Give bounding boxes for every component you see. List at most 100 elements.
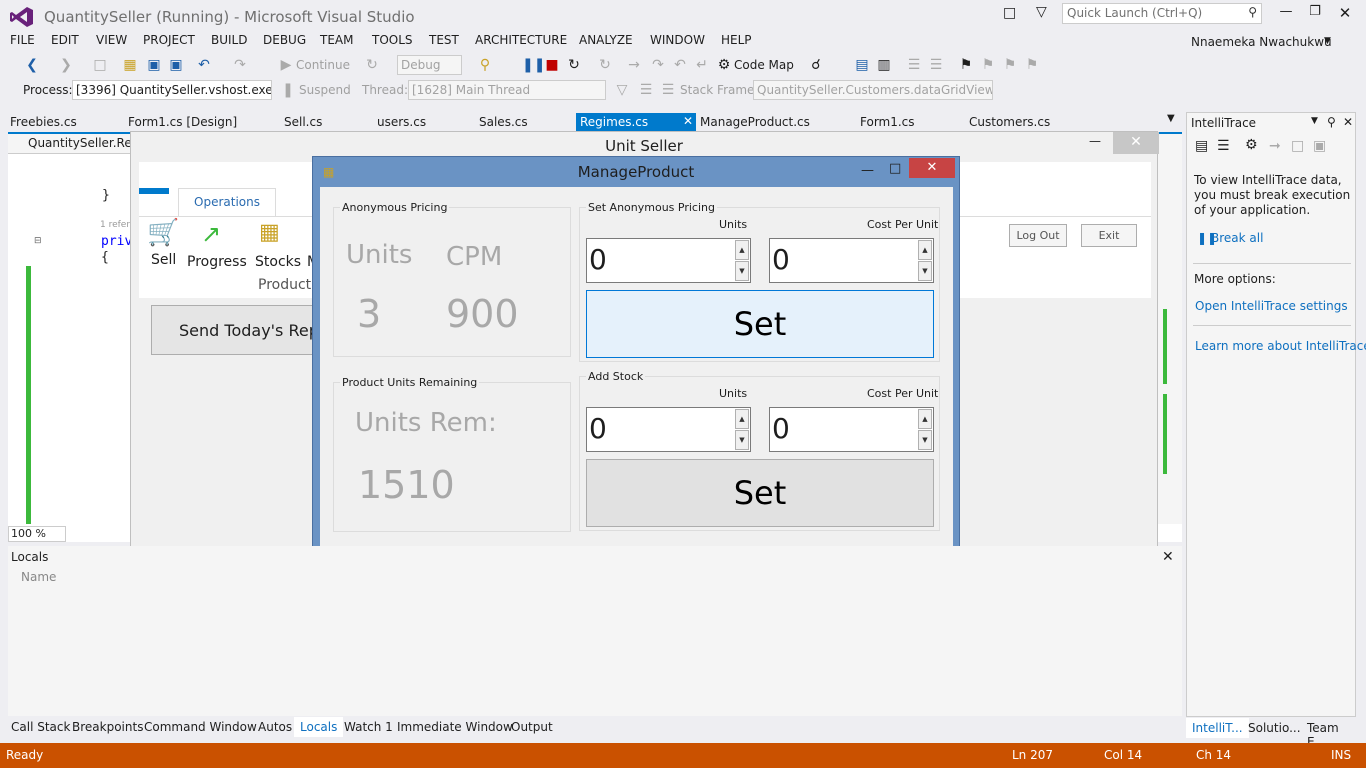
configuration-dropdown[interactable]: Debug bbox=[397, 55, 462, 75]
menu-analyze[interactable]: ANALYZE bbox=[579, 33, 633, 47]
minimize-button[interactable]: — bbox=[861, 163, 874, 178]
vertical-scrollbar[interactable] bbox=[1158, 134, 1182, 524]
menu-architecture[interactable]: ARCHITECTURE bbox=[475, 33, 567, 47]
prev-bookmark-icon[interactable]: ⚑ bbox=[980, 57, 996, 73]
tab-freebies[interactable]: Freebies.cs bbox=[10, 113, 77, 131]
restart-icon[interactable]: ↻ bbox=[566, 57, 582, 73]
filter-icon[interactable]: ▽ bbox=[1036, 4, 1047, 20]
gear-icon[interactable]: ⚙ bbox=[1245, 137, 1258, 153]
pause-icon[interactable]: ❚❚ bbox=[522, 57, 545, 73]
navigation-bar[interactable]: QuantitySeller.Regi bbox=[8, 134, 133, 154]
tab-watch1[interactable]: Watch 1 bbox=[344, 720, 393, 734]
open-folder-icon[interactable]: ▦ bbox=[122, 57, 138, 73]
close-icon[interactable]: ✕ bbox=[1162, 549, 1174, 565]
stepper-down-icon[interactable]: ▼ bbox=[918, 430, 932, 450]
minimize-button[interactable]: — bbox=[1089, 134, 1101, 148]
minimize-button[interactable]: — bbox=[1272, 4, 1300, 24]
menu-test[interactable]: TEST bbox=[429, 33, 459, 47]
step-over-icon[interactable]: ↷ bbox=[650, 57, 666, 73]
progress-button[interactable]: Progress bbox=[187, 254, 247, 270]
close-button[interactable]: ✕ bbox=[1331, 4, 1359, 24]
step-out-icon[interactable]: ↶ bbox=[672, 57, 688, 73]
anon-units-stepper[interactable]: 0 ▲ ▼ bbox=[586, 238, 751, 283]
save-icon[interactable]: ▣ bbox=[146, 57, 162, 73]
tab-autos[interactable]: Autos bbox=[258, 720, 292, 734]
save-icon[interactable]: ▣ bbox=[1313, 138, 1326, 154]
close-button[interactable]: ✕ bbox=[909, 158, 955, 178]
menu-window[interactable]: WINDOW bbox=[650, 33, 705, 47]
forward-icon[interactable]: ❯ bbox=[58, 57, 74, 73]
uncomment-icon[interactable]: ☰ bbox=[928, 57, 944, 73]
tab-output[interactable]: Output bbox=[511, 720, 553, 734]
show-next-statement-icon[interactable]: ↻ bbox=[597, 57, 613, 73]
menu-view[interactable]: VIEW bbox=[96, 33, 127, 47]
step-into-icon[interactable]: → bbox=[626, 57, 642, 73]
add-stock-set-button[interactable]: Set bbox=[586, 459, 934, 527]
collapse-icon[interactable]: ⊟ bbox=[34, 236, 42, 246]
thread-dropdown[interactable]: [1628] Main Thread bbox=[408, 80, 606, 100]
filter-thread-icon[interactable]: ☰ bbox=[660, 82, 676, 98]
redo-icon[interactable]: ↷ bbox=[232, 57, 248, 73]
suspend-button[interactable]: Suspend bbox=[299, 83, 351, 97]
threads-icon[interactable]: ☰ bbox=[638, 82, 654, 98]
open-settings-link[interactable]: Open IntelliTrace settings bbox=[1195, 299, 1348, 313]
maximize-button[interactable]: ❐ bbox=[1301, 4, 1329, 24]
stepper-up-icon[interactable]: ▲ bbox=[735, 409, 749, 429]
column-header-name[interactable]: Name bbox=[21, 570, 56, 584]
maximize-button[interactable]: □ bbox=[889, 161, 901, 176]
menu-team[interactable]: TEAM bbox=[320, 33, 353, 47]
bookmark-icon[interactable]: ⚑ bbox=[958, 57, 974, 73]
tab-immediate-window[interactable]: Immediate Window bbox=[397, 720, 513, 734]
step-icon[interactable]: ↵ bbox=[694, 57, 710, 73]
stepper-up-icon[interactable]: ▲ bbox=[918, 409, 932, 429]
close-icon[interactable]: ✕ bbox=[1343, 115, 1353, 129]
ribbon-app-button[interactable] bbox=[139, 188, 169, 194]
find-icon[interactable]: ⚲ bbox=[477, 57, 493, 73]
stepper-down-icon[interactable]: ▼ bbox=[735, 430, 749, 450]
comment-icon[interactable]: ☰ bbox=[906, 57, 922, 73]
anon-cost-stepper[interactable]: 0 ▲ ▼ bbox=[769, 238, 934, 283]
learn-more-link[interactable]: Learn more about IntelliTrace bbox=[1195, 339, 1366, 353]
tab-manageproduct[interactable]: ManageProduct.cs bbox=[700, 113, 810, 131]
stocks-button[interactable]: Stocks bbox=[255, 254, 301, 270]
events-view-icon[interactable]: ▤ bbox=[1195, 138, 1208, 154]
back-icon[interactable]: ❮ bbox=[24, 57, 40, 73]
open-icon[interactable]: □ bbox=[1291, 138, 1304, 154]
undo-icon[interactable]: ↶ bbox=[196, 57, 212, 73]
manage-product-dialog[interactable]: ▦ ManageProduct — □ ✕ Anonymous Pricing … bbox=[312, 156, 960, 558]
stepper-down-icon[interactable]: ▼ bbox=[918, 261, 932, 281]
tab-overflow-icon[interactable]: ▼ bbox=[1167, 113, 1175, 124]
tab-locals[interactable]: Locals bbox=[294, 717, 344, 737]
sell-button[interactable]: Sell bbox=[151, 252, 176, 268]
stack-frame-dropdown[interactable]: QuantitySeller.Customers.dataGridView1_ bbox=[753, 80, 993, 100]
next-bookmark-icon[interactable]: ⚑ bbox=[1002, 57, 1018, 73]
log-out-button[interactable]: Log Out bbox=[1009, 224, 1067, 247]
set-anonymous-pricing-button[interactable]: Set bbox=[586, 290, 934, 358]
menu-edit[interactable]: EDIT bbox=[51, 33, 79, 47]
outdent-icon[interactable]: ▥ bbox=[876, 57, 892, 73]
chevron-down-icon[interactable]: ▼ bbox=[1311, 116, 1318, 126]
close-button[interactable]: ✕ bbox=[1113, 132, 1159, 154]
tab-operations[interactable]: Operations bbox=[178, 188, 276, 216]
tab-form1[interactable]: Form1.cs bbox=[860, 113, 915, 131]
code-map-button[interactable]: Code Map bbox=[734, 58, 794, 72]
user-name[interactable]: Nnaemeka Nwachukwu bbox=[1191, 35, 1332, 49]
save-all-icon[interactable]: ▣ bbox=[168, 57, 184, 73]
new-project-icon[interactable]: □ bbox=[92, 57, 108, 73]
calls-view-icon[interactable]: ☰ bbox=[1217, 138, 1230, 154]
pin-icon[interactable]: ⚲ bbox=[1327, 115, 1336, 129]
tab-regimes[interactable]: Regimes.cs ✕ bbox=[576, 113, 696, 131]
menu-help[interactable]: HELP bbox=[721, 33, 752, 47]
exit-button[interactable]: Exit bbox=[1081, 224, 1137, 247]
stepper-up-icon[interactable]: ▲ bbox=[735, 240, 749, 260]
tab-command-window[interactable]: Command Window bbox=[144, 720, 257, 734]
tab-users[interactable]: users.cs bbox=[377, 113, 426, 131]
zoom-dropdown[interactable]: 100 % bbox=[8, 526, 66, 542]
quick-launch-input[interactable]: Quick Launch (Ctrl+Q) ⚲ bbox=[1062, 3, 1262, 24]
clear-bookmarks-icon[interactable]: ⚑ bbox=[1024, 57, 1040, 73]
add-cost-stepper[interactable]: 0 ▲ ▼ bbox=[769, 407, 934, 452]
stepper-down-icon[interactable]: ▼ bbox=[735, 261, 749, 281]
tab-call-stack[interactable]: Call Stack bbox=[11, 720, 70, 734]
close-icon[interactable]: ✕ bbox=[683, 114, 693, 128]
tab-breakpoints[interactable]: Breakpoints bbox=[72, 720, 143, 734]
